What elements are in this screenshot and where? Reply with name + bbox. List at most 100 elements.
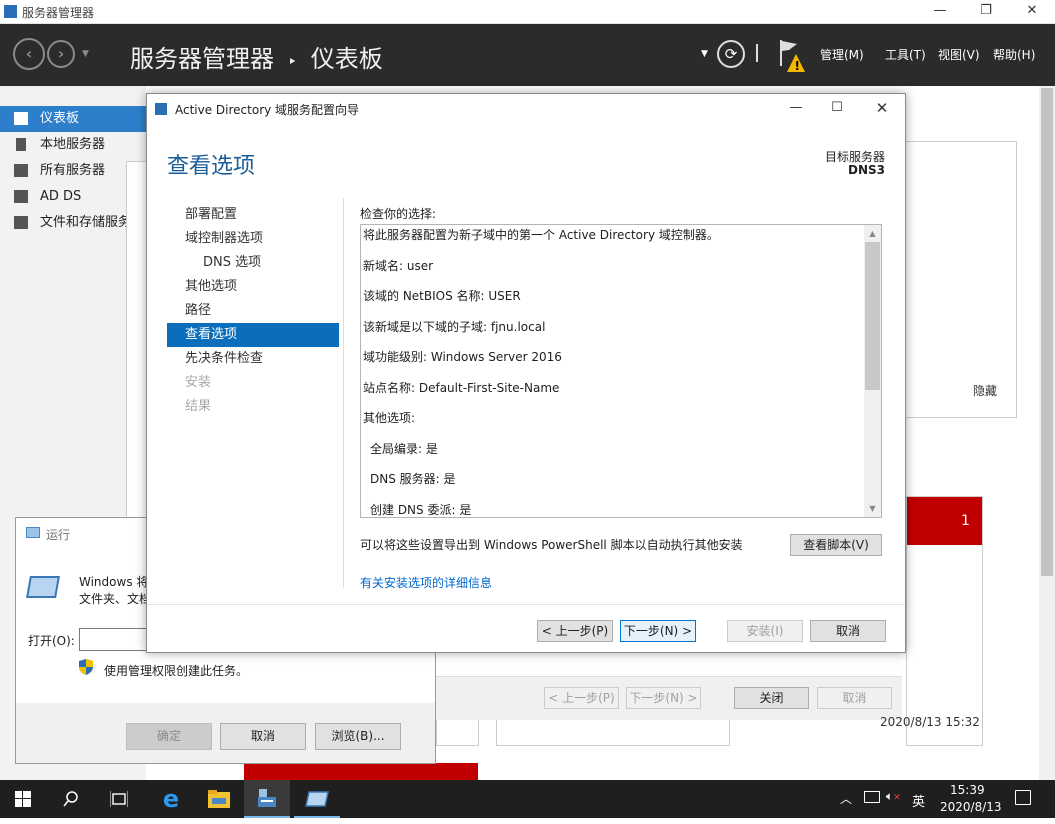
review-scrollbar[interactable]: ▲ ▼: [864, 225, 881, 517]
refresh-dropdown-icon[interactable]: ▼: [701, 49, 708, 59]
wizard-nav-dns-options[interactable]: DNS 选项: [167, 251, 339, 275]
review-line: 将此服务器配置为新子域中的第一个 Active Directory 域控制器。: [363, 228, 719, 242]
hide-link[interactable]: 隐藏: [973, 382, 997, 399]
svg-text:!: !: [795, 59, 800, 73]
divider: [756, 44, 758, 62]
background-cancel-button[interactable]: 取消: [817, 687, 892, 709]
forward-arrow-icon[interactable]: ›: [47, 40, 75, 68]
wizard-footer-divider: [147, 604, 905, 605]
menu-manage[interactable]: 管理(M): [820, 46, 864, 63]
task-view-icon[interactable]: [96, 780, 142, 818]
sidebar-item-file-storage[interactable]: 文件和存储服务: [0, 210, 146, 236]
event-timestamp: 2020/8/13 15:32: [880, 715, 980, 729]
file-explorer-icon[interactable]: [196, 780, 242, 818]
wizard-nav-other-options[interactable]: 其他选项: [167, 275, 339, 299]
run-title: 运行: [46, 528, 71, 542]
sidebar-item-dashboard[interactable]: 仪表板: [0, 106, 146, 132]
back-arrow-icon[interactable]: ‹: [13, 38, 45, 70]
wizard-nav-results: 结果: [185, 399, 212, 414]
main-scrollbar[interactable]: [1039, 86, 1055, 780]
internet-explorer-icon[interactable]: e: [148, 780, 194, 818]
clock-time[interactable]: 15:39: [950, 783, 985, 797]
run-description-line1: Windows 将: [79, 575, 149, 589]
start-icon[interactable]: [0, 780, 46, 818]
background-next-button[interactable]: 下一步(N) >: [626, 687, 701, 709]
review-textbox[interactable]: 将此服务器配置为新子域中的第一个 Active Directory 域控制器。 …: [360, 224, 882, 518]
view-script-button[interactable]: 查看脚本(V): [790, 534, 882, 556]
alert-count: 1: [961, 513, 970, 529]
wizard-nav-dc-options[interactable]: 域控制器选项: [167, 227, 339, 251]
more-info-link[interactable]: 有关安装选项的详细信息: [360, 574, 492, 591]
next-button[interactable]: 下一步(N) >: [620, 620, 696, 642]
scroll-down-icon[interactable]: ▼: [864, 500, 881, 517]
menu-view[interactable]: 视图(V): [938, 46, 980, 63]
target-server-name: DNS3: [848, 163, 885, 177]
background-close-button[interactable]: 关闭: [734, 687, 809, 709]
network-icon[interactable]: [864, 791, 880, 803]
review-line: 新域名: user: [363, 259, 434, 273]
background-wizard-footer: < 上一步(P) 下一步(N) > 关闭 取消: [436, 676, 902, 720]
refresh-icon[interactable]: ⟳: [717, 40, 745, 68]
nav-divider: [343, 198, 344, 588]
ad-ds-icon: [14, 190, 28, 203]
breadcrumb-page: 仪表板: [310, 45, 383, 73]
scrollbar-thumb[interactable]: [865, 242, 880, 390]
restore-button[interactable]: ❐: [963, 0, 1009, 24]
close-button[interactable]: ✕: [1009, 0, 1055, 24]
uac-shield-icon: [79, 659, 93, 675]
tile-bottom: [496, 720, 730, 746]
sidebar-item-all-servers[interactable]: 所有服务器: [0, 158, 146, 184]
ok-button[interactable]: 确定: [126, 723, 212, 750]
dashboard-icon: [14, 112, 28, 125]
alert-tile[interactable]: 1: [906, 496, 983, 746]
open-input[interactable]: [79, 628, 149, 651]
notification-center-icon[interactable]: [1015, 790, 1031, 805]
server-manager-header: ‹ › ▼ 服务器管理器 ‣ 仪表板 ▼ ⟳ ! 管理(M) 工具(T) 视图(…: [0, 24, 1055, 86]
wizard-nav-deployment[interactable]: 部署配置: [167, 203, 339, 227]
scrollbar-thumb[interactable]: [1041, 88, 1053, 576]
wizard-close-button[interactable]: ✕: [859, 97, 905, 121]
breadcrumb-separator: ‣: [287, 52, 298, 71]
wizard-minimize-button[interactable]: —: [773, 97, 819, 121]
history-dropdown-icon[interactable]: ▼: [82, 49, 89, 59]
notifications-flag-icon[interactable]: !: [777, 38, 805, 74]
previous-button[interactable]: < 上一步(P): [537, 620, 613, 642]
server-icon: [16, 138, 26, 151]
wizard-nav-review[interactable]: 查看选项: [167, 323, 339, 347]
cancel-button[interactable]: 取消: [810, 620, 886, 642]
review-line: 域功能级别: Windows Server 2016: [363, 350, 562, 364]
wizard-maximize-button[interactable]: ☐: [814, 97, 860, 121]
wizard-nav-paths[interactable]: 路径: [167, 299, 339, 323]
search-icon[interactable]: [48, 780, 94, 818]
review-line: 其他选项:: [363, 411, 416, 425]
scroll-up-icon[interactable]: ▲: [864, 225, 881, 242]
wizard-nav-prerequisites[interactable]: 先决条件检查: [167, 347, 339, 371]
sidebar-item-label: 文件和存储服务: [40, 215, 132, 230]
clock-date[interactable]: 2020/8/13: [940, 800, 1002, 814]
cancel-button[interactable]: 取消: [220, 723, 306, 750]
background-prev-button[interactable]: < 上一步(P): [544, 687, 619, 709]
install-button[interactable]: 安装(I): [727, 620, 803, 642]
browse-button[interactable]: 浏览(B)...: [315, 723, 401, 750]
menu-tools[interactable]: 工具(T): [885, 46, 926, 63]
menu-help[interactable]: 帮助(H): [993, 46, 1035, 63]
server-manager-taskbar-icon[interactable]: [244, 780, 290, 818]
wizard-heading: 查看选项: [167, 154, 256, 179]
tray-chevron-icon[interactable]: ︿: [840, 790, 852, 807]
sidebar-item-local-server[interactable]: 本地服务器: [0, 132, 146, 158]
sidebar-item-ad-ds[interactable]: AD DS: [0, 184, 146, 210]
red-tile: [244, 763, 478, 780]
server-manager-title: 服务器管理器: [22, 6, 95, 20]
run-taskbar-icon[interactable]: [294, 780, 340, 818]
admin-note: 使用管理权限创建此任务。: [104, 664, 249, 678]
run-button-bar: 确定 取消 浏览(B)...: [16, 703, 435, 763]
ime-indicator[interactable]: 英: [912, 791, 925, 810]
review-line: 创建 DNS 委派: 是: [370, 503, 472, 517]
server-manager-icon: [4, 5, 17, 18]
wizard-title: Active Directory 域服务配置向导: [175, 103, 360, 117]
review-line: 站点名称: Default-First-Site-Name: [363, 381, 560, 395]
minimize-button[interactable]: —: [917, 0, 963, 24]
sidebar-item-label: 本地服务器: [40, 137, 106, 152]
volume-muted-icon[interactable]: 🔈︎✕: [886, 789, 901, 804]
alert-tile-header: 1: [907, 497, 982, 545]
